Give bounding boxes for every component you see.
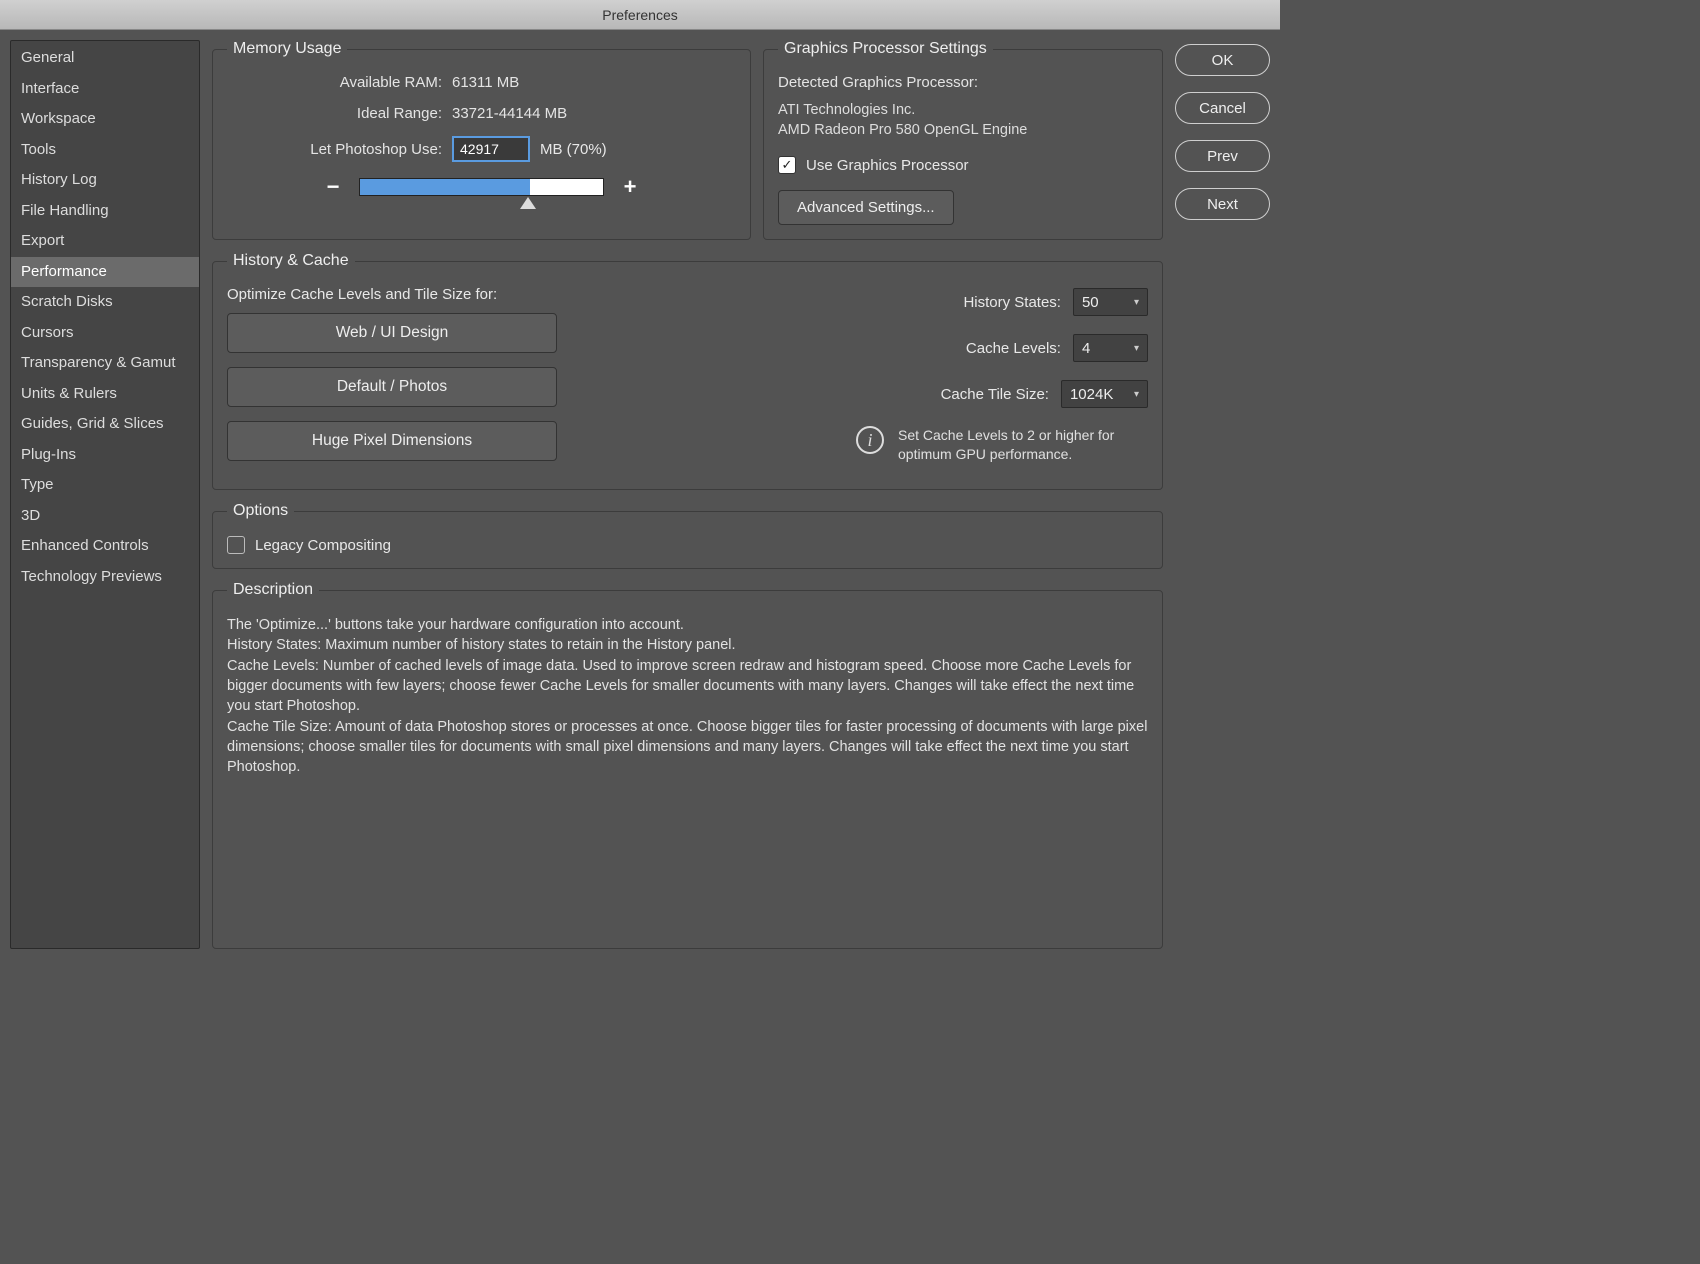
sidebar-item-interface[interactable]: Interface — [11, 74, 199, 105]
history-states-select[interactable]: 50 ▾ — [1073, 288, 1148, 316]
cache-tile-size-value: 1024K — [1070, 386, 1126, 403]
chevron-down-icon: ▾ — [1134, 297, 1139, 308]
next-button[interactable]: Next — [1175, 188, 1270, 220]
ideal-range-label: Ideal Range: — [227, 105, 452, 122]
sidebar-item-tools[interactable]: Tools — [11, 135, 199, 166]
sidebar-item-history-log[interactable]: History Log — [11, 165, 199, 196]
use-gpu-checkbox[interactable]: ✓ — [778, 156, 796, 174]
optimize-for-label: Optimize Cache Levels and Tile Size for: — [227, 286, 557, 303]
cache-levels-select[interactable]: 4 ▾ — [1073, 334, 1148, 362]
ideal-range-value: 33721-44144 MB — [452, 105, 567, 122]
cache-levels-value: 4 — [1082, 340, 1126, 357]
detected-gpu-line2: AMD Radeon Pro 580 OpenGL Engine — [778, 121, 1148, 141]
detected-gpu-value: ATI Technologies Inc. AMD Radeon Pro 580… — [778, 101, 1148, 140]
sidebar-item-general[interactable]: General — [11, 43, 199, 74]
detected-gpu-line1: ATI Technologies Inc. — [778, 101, 1148, 121]
let-photoshop-use-input[interactable] — [452, 136, 530, 162]
history-cache-group: History & Cache Optimize Cache Levels an… — [212, 252, 1163, 490]
history-cache-title: History & Cache — [227, 252, 355, 270]
preferences-sidebar: GeneralInterfaceWorkspaceToolsHistory Lo… — [10, 40, 200, 949]
memory-slider-increase[interactable]: + — [618, 174, 642, 200]
sidebar-item-plug-ins[interactable]: Plug-Ins — [11, 440, 199, 471]
preset-huge-pixel-button[interactable]: Huge Pixel Dimensions — [227, 421, 557, 461]
preset-web-ui-button[interactable]: Web / UI Design — [227, 313, 557, 353]
sidebar-item-performance[interactable]: Performance — [11, 257, 199, 288]
chevron-down-icon: ▾ — [1134, 389, 1139, 400]
memory-slider-fill — [360, 179, 530, 195]
history-states-value: 50 — [1082, 294, 1126, 311]
history-states-label: History States: — [963, 294, 1061, 311]
legacy-compositing-label: Legacy Compositing — [255, 537, 391, 554]
let-photoshop-use-label: Let Photoshop Use: — [227, 141, 452, 158]
detected-gpu-label: Detected Graphics Processor: — [778, 74, 1148, 91]
cache-levels-label: Cache Levels: — [966, 340, 1061, 357]
chevron-down-icon: ▾ — [1134, 343, 1139, 354]
description-title: Description — [227, 581, 319, 599]
sidebar-item-guides-grid-slices[interactable]: Guides, Grid & Slices — [11, 409, 199, 440]
cache-tile-size-label: Cache Tile Size: — [941, 386, 1049, 403]
legacy-compositing-checkbox[interactable] — [227, 536, 245, 554]
options-title: Options — [227, 502, 294, 520]
options-group: Options Legacy Compositing — [212, 502, 1163, 569]
sidebar-item-type[interactable]: Type — [11, 470, 199, 501]
prev-button[interactable]: Prev — [1175, 140, 1270, 172]
sidebar-item-scratch-disks[interactable]: Scratch Disks — [11, 287, 199, 318]
use-gpu-label: Use Graphics Processor — [806, 157, 969, 174]
sidebar-item-cursors[interactable]: Cursors — [11, 318, 199, 349]
window-titlebar: Preferences — [0, 0, 1280, 30]
sidebar-item-file-handling[interactable]: File Handling — [11, 196, 199, 227]
gpu-settings-group: Graphics Processor Settings Detected Gra… — [763, 40, 1163, 240]
memory-slider-thumb[interactable] — [520, 197, 536, 209]
sidebar-item-workspace[interactable]: Workspace — [11, 104, 199, 135]
cancel-button[interactable]: Cancel — [1175, 92, 1270, 124]
advanced-settings-button[interactable]: Advanced Settings... — [778, 190, 954, 225]
info-icon: i — [856, 426, 884, 454]
sidebar-item-export[interactable]: Export — [11, 226, 199, 257]
ok-button[interactable]: OK — [1175, 44, 1270, 76]
cache-hint-text: Set Cache Levels to 2 or higher for opti… — [898, 426, 1148, 464]
sidebar-item-enhanced-controls[interactable]: Enhanced Controls — [11, 531, 199, 562]
let-photoshop-use-units: MB (70%) — [540, 141, 607, 158]
memory-slider[interactable] — [359, 178, 604, 196]
memory-usage-title: Memory Usage — [227, 40, 347, 58]
available-ram-value: 61311 MB — [452, 74, 519, 91]
gpu-settings-title: Graphics Processor Settings — [778, 40, 993, 58]
description-group: Description The 'Optimize...' buttons ta… — [212, 581, 1163, 949]
description-text: The 'Optimize...' buttons take your hard… — [227, 615, 1148, 777]
sidebar-item-3d[interactable]: 3D — [11, 501, 199, 532]
sidebar-item-transparency-gamut[interactable]: Transparency & Gamut — [11, 348, 199, 379]
memory-slider-decrease[interactable]: − — [321, 174, 345, 200]
memory-usage-group: Memory Usage Available RAM: 61311 MB Ide… — [212, 40, 751, 240]
sidebar-item-technology-previews[interactable]: Technology Previews — [11, 562, 199, 593]
available-ram-label: Available RAM: — [227, 74, 452, 91]
cache-tile-size-select[interactable]: 1024K ▾ — [1061, 380, 1148, 408]
sidebar-item-units-rulers[interactable]: Units & Rulers — [11, 379, 199, 410]
preset-default-photos-button[interactable]: Default / Photos — [227, 367, 557, 407]
